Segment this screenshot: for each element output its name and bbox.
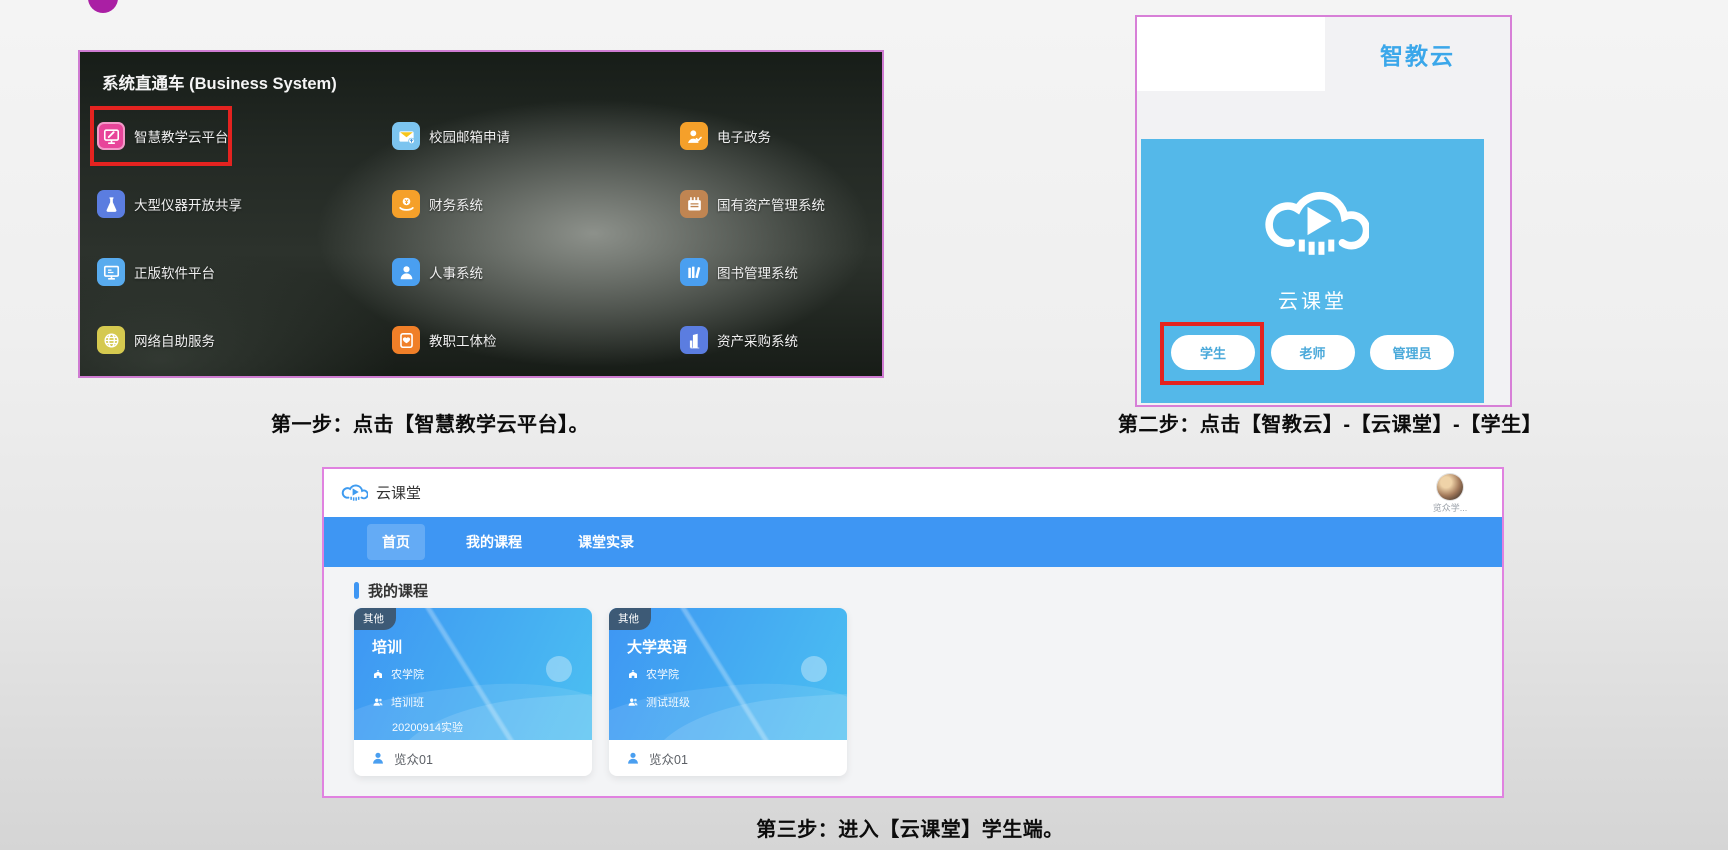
step-bullet-decoration	[88, 0, 118, 13]
app-label: 人事系统	[429, 262, 483, 282]
app-item-genuine-software[interactable]: 正版软件平台	[97, 258, 392, 286]
person-icon	[392, 258, 420, 286]
app-label: 正版软件平台	[134, 262, 215, 282]
section-header: 我的课程	[354, 580, 428, 601]
app-label: 智慧教学云平台	[134, 126, 229, 146]
app-label: 教职工体检	[429, 330, 497, 350]
course-cover: 其他 大学英语 农学院 测试班级	[609, 608, 847, 740]
mail-icon	[392, 122, 420, 150]
nav-item-class-records[interactable]: 课堂实录	[563, 524, 649, 560]
course-badge: 其他	[354, 608, 396, 630]
app-item-instrument-sharing[interactable]: 大型仪器开放共享	[97, 190, 392, 218]
course-class: 测试班级	[646, 694, 690, 710]
course-member: 览众01	[394, 749, 433, 768]
classroom-logo[interactable]: 云课堂	[340, 479, 421, 505]
cloud-classroom-panel: 云课堂 览众学... 首页 我的课程 课堂实录 我的课程 其他 培训 农学院	[322, 467, 1504, 798]
app-label: 电子政务	[717, 126, 771, 146]
course-college: 农学院	[646, 666, 679, 682]
section-bar-decoration	[354, 582, 359, 599]
app-label: 大型仪器开放共享	[134, 194, 242, 214]
admin-button[interactable]: 管理员	[1370, 335, 1454, 370]
software-monitor-icon	[97, 258, 125, 286]
course-title: 培训	[372, 636, 402, 657]
student-button[interactable]: 学生	[1171, 335, 1255, 370]
course-card-college-english[interactable]: 其他 大学英语 农学院 测试班级 览众01	[609, 608, 847, 776]
app-item-state-asset-mgmt[interactable]: 国有资产管理系统	[680, 190, 876, 218]
user-name: 览众学...	[1422, 501, 1478, 514]
classroom-body: 我的课程 其他 培训 农学院 培训班 20200914实验 览众01	[324, 567, 1502, 796]
course-footer: 览众01	[609, 740, 847, 776]
person-check-icon	[680, 122, 708, 150]
app-label: 网络自助服务	[134, 330, 215, 350]
monitor-pen-icon	[97, 122, 125, 150]
app-item-finance-system[interactable]: 财务系统	[392, 190, 680, 218]
cloud-play-logo-icon	[340, 479, 368, 505]
caption-step2: 第二步：点击【智教云】-【云课堂】-【学生】	[1040, 408, 1620, 437]
books-icon	[680, 258, 708, 286]
app-item-e-government[interactable]: 电子政务	[680, 122, 876, 150]
app-item-campus-mail[interactable]: 校园邮箱申请	[392, 122, 680, 150]
course-class: 培训班	[391, 694, 424, 710]
health-icon	[392, 326, 420, 354]
course-note: 20200914实验	[392, 719, 463, 735]
calendar-icon	[680, 190, 708, 218]
tab-zhijiaoyun[interactable]: 智教云	[1325, 17, 1510, 91]
app-item-network-selfservice[interactable]: 网络自助服务	[97, 326, 392, 354]
app-item-smart-teaching-cloud[interactable]: 智慧教学云平台	[97, 122, 392, 150]
college-icon	[627, 668, 639, 680]
caption-step1: 第一步：点击【智慧教学云平台】。	[130, 408, 730, 437]
flask-icon	[97, 190, 125, 218]
course-college: 农学院	[391, 666, 424, 682]
app-grid: 智慧教学云平台 校园邮箱申请 电子政务 大型仪器开放共享 财务系统	[97, 102, 876, 376]
avatar[interactable]	[1437, 474, 1463, 500]
business-system-panel: 系统直通车 (Business System) 智慧教学云平台 校园邮箱申请 电…	[78, 50, 884, 378]
student-person-icon	[370, 750, 386, 766]
circle-decoration	[801, 656, 827, 682]
course-card-training[interactable]: 其他 培训 农学院 培训班 20200914实验 览众01	[354, 608, 592, 776]
section-title: 我的课程	[368, 580, 428, 601]
tab-blank[interactable]	[1137, 17, 1325, 91]
building-icon	[680, 326, 708, 354]
classroom-logo-text: 云课堂	[376, 482, 421, 503]
student-person-icon	[625, 750, 641, 766]
course-member: 览众01	[649, 749, 688, 768]
course-title: 大学英语	[627, 636, 687, 657]
college-icon	[372, 668, 384, 680]
globe-icon	[97, 326, 125, 354]
coin-hand-icon	[392, 190, 420, 218]
course-footer: 览众01	[354, 740, 592, 776]
class-group-icon	[627, 696, 639, 708]
zhijiaoyun-panel: 智教云 云课堂 学生 老师 管理员	[1135, 15, 1512, 407]
app-item-asset-procurement[interactable]: 资产采购系统	[680, 326, 876, 354]
classroom-header: 云课堂 览众学...	[324, 469, 1502, 517]
class-group-icon	[372, 696, 384, 708]
role-buttons: 学生 老师 管理员	[1171, 335, 1454, 370]
cloud-classroom-card[interactable]: 云课堂 学生 老师 管理员	[1141, 139, 1484, 403]
course-cover: 其他 培训 农学院 培训班 20200914实验	[354, 608, 592, 740]
course-card-list: 其他 培训 农学院 培训班 20200914实验 览众01 其他 大学英语	[354, 608, 847, 776]
app-label: 资产采购系统	[717, 330, 798, 350]
cloud-play-icon	[1257, 173, 1369, 269]
teacher-button[interactable]: 老师	[1271, 335, 1355, 370]
app-item-library-mgmt[interactable]: 图书管理系统	[680, 258, 876, 286]
app-label: 校园邮箱申请	[429, 126, 510, 146]
app-label: 财务系统	[429, 194, 483, 214]
app-label: 图书管理系统	[717, 262, 798, 282]
classroom-nav: 首页 我的课程 课堂实录	[324, 517, 1502, 567]
tab-zhijiaoyun-label: 智教云	[1380, 37, 1455, 71]
course-badge: 其他	[609, 608, 651, 630]
circle-decoration	[546, 656, 572, 682]
app-label: 国有资产管理系统	[717, 194, 825, 214]
user-menu[interactable]: 览众学...	[1422, 471, 1478, 514]
cloud-card-title: 云课堂	[1141, 285, 1484, 314]
nav-item-home[interactable]: 首页	[367, 524, 425, 560]
nav-item-my-courses[interactable]: 我的课程	[451, 524, 537, 560]
app-item-staff-physical-exam[interactable]: 教职工体检	[392, 326, 680, 354]
business-panel-title: 系统直通车 (Business System)	[102, 70, 337, 94]
caption-step3: 第三步：进入【云课堂】学生端。	[610, 813, 1210, 842]
app-item-hr-system[interactable]: 人事系统	[392, 258, 680, 286]
